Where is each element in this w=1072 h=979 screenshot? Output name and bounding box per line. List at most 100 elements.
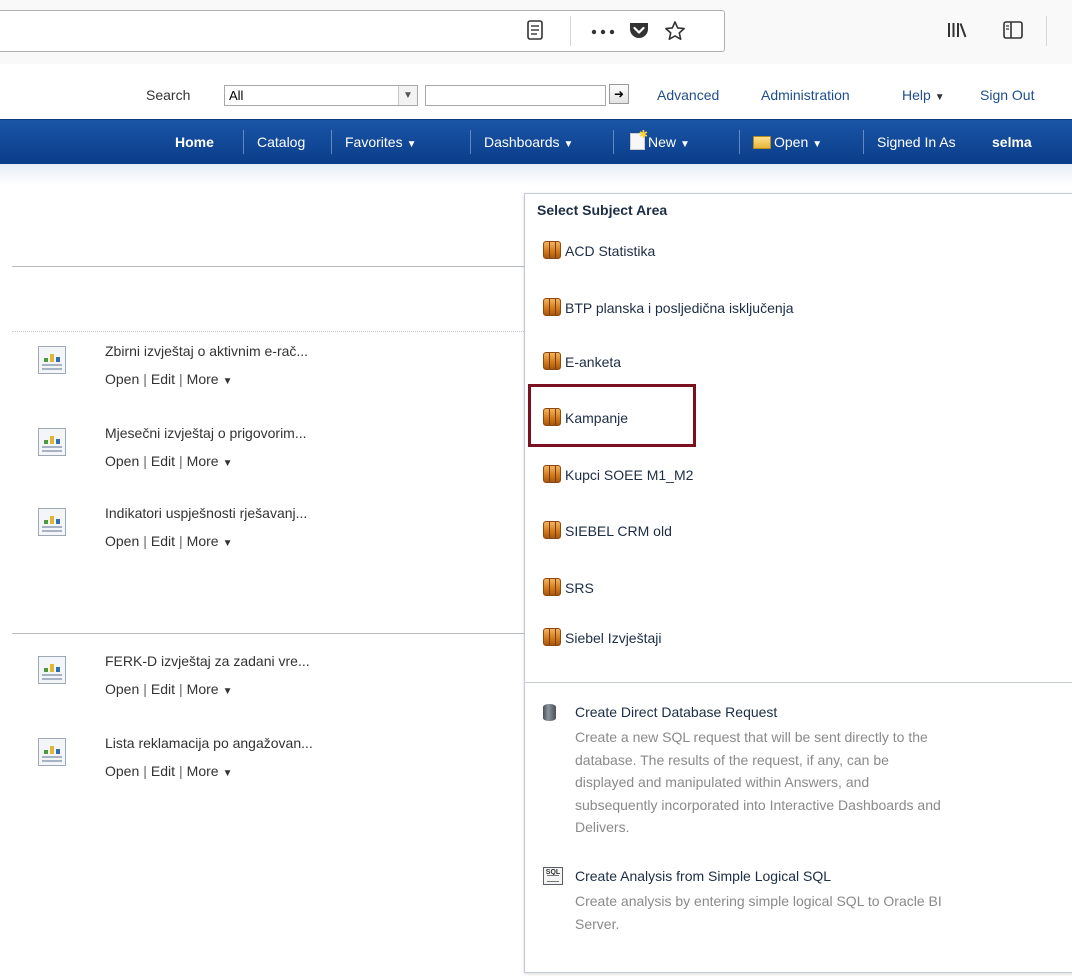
analysis-icon [38, 428, 66, 456]
more-menu[interactable]: More ▼ [187, 453, 233, 469]
reader-mode-icon[interactable] [526, 20, 544, 45]
nav-separator [470, 130, 471, 154]
document-title[interactable]: FERK-D izvještaj za zadani vre... [105, 653, 310, 669]
caret-down-icon: ▼ [222, 768, 233, 779]
more-label: More [186, 533, 219, 549]
open-link[interactable]: Open [105, 371, 139, 387]
page-actions-icon[interactable] [590, 20, 616, 45]
database-icon [543, 704, 556, 721]
url-bar[interactable] [0, 10, 725, 52]
user-menu[interactable]: selma [992, 133, 1032, 151]
more-menu[interactable]: More ▼ [187, 533, 233, 549]
edit-link[interactable]: Edit [151, 763, 175, 779]
nav-new-label: New [648, 134, 677, 150]
search-input[interactable] [425, 85, 606, 106]
more-menu[interactable]: More ▼ [187, 763, 233, 779]
subject-area-label: BTP planska i posljedična isključenja [565, 300, 794, 316]
more-menu[interactable]: More ▼ [187, 371, 233, 387]
description-line: Create a new SQL request that will be se… [575, 729, 928, 745]
subject-area-item[interactable]: Kupci SOEE M1_M2 [543, 465, 693, 485]
subject-area-label: SIEBEL CRM old [565, 523, 672, 539]
description-line: displayed and manipulated within Answers… [575, 774, 870, 790]
subject-area-item[interactable]: BTP planska i posljedična isključenja [543, 298, 794, 318]
browser-toolbar [0, 0, 1072, 65]
document-title[interactable]: Lista reklamacija po angažovan... [105, 735, 313, 751]
description-line: subsequently incorporated into Interacti… [575, 796, 941, 813]
nav-open[interactable]: Open ▼ [753, 133, 822, 154]
subject-area-label: Kupci SOEE M1_M2 [565, 467, 694, 483]
caret-down-icon: ▼ [222, 686, 233, 697]
section-divider-dotted [12, 331, 524, 332]
bookmark-star-icon[interactable] [664, 20, 686, 47]
subject-area-item[interactable]: SRS [543, 578, 594, 598]
nav-dashboards[interactable]: Dashboards ▼ [484, 133, 573, 154]
caret-down-icon: ▼ [406, 139, 417, 150]
signed-in-as-label: Signed In As [877, 134, 956, 150]
nav-open-label: Open [774, 134, 809, 150]
nav-separator [739, 130, 740, 154]
subject-area-item[interactable]: ACD Statistika [543, 241, 655, 261]
main-navbar: Home Catalog Favorites ▼ Dashboards ▼ ✱ New… [0, 119, 1072, 164]
new-document-icon: ✱ [630, 130, 648, 150]
help-label: Help [902, 87, 931, 103]
subject-area-label: Siebel Izvještaji [565, 630, 662, 646]
caret-down-icon: ▼ [222, 376, 233, 387]
sidebar-icon[interactable] [1002, 20, 1024, 45]
nav-catalog[interactable]: Catalog [257, 133, 305, 151]
document-title[interactable]: Indikatori uspješnosti rješavanj... [105, 505, 307, 521]
administration-link[interactable]: Administration [761, 86, 850, 104]
library-icon[interactable] [946, 20, 968, 45]
edit-link[interactable]: Edit [151, 681, 175, 697]
create-analysis-from-logical-sql-link[interactable]: Create Analysis from Simple Logical SQL [575, 868, 831, 884]
nav-home[interactable]: Home [175, 133, 214, 151]
subject-area-label: ACD Statistika [565, 243, 656, 259]
description-line: Server. [575, 915, 620, 932]
chevron-down-icon[interactable]: ▼ [398, 86, 417, 105]
subject-area-item[interactable]: SIEBEL CRM old [543, 521, 672, 541]
subject-area-cube-icon [543, 298, 561, 316]
caret-down-icon: ▼ [563, 139, 574, 150]
more-label: More [186, 453, 219, 469]
nav-new[interactable]: ✱ New ▼ [630, 130, 690, 154]
subject-area-item[interactable]: Siebel Izvještaji [543, 628, 662, 648]
edit-link[interactable]: Edit [151, 533, 175, 549]
description-line: Delivers. [575, 819, 630, 835]
subject-area-cube-icon [543, 352, 561, 370]
open-link[interactable]: Open [105, 533, 139, 549]
analysis-icon [38, 346, 66, 374]
nav-separator [331, 130, 332, 154]
document-title[interactable]: Zbirni izvještaj o aktivnim e-rač... [105, 343, 308, 359]
search-go-button[interactable]: ➜ [609, 84, 629, 104]
create-direct-database-request-link[interactable]: Create Direct Database Request [575, 704, 777, 720]
help-menu[interactable]: Help ▼ [902, 86, 945, 107]
description-line: database. The results of the request, if… [575, 751, 889, 768]
caret-down-icon: ▼ [934, 92, 945, 103]
open-link[interactable]: Open [105, 453, 139, 469]
nav-separator [613, 130, 614, 154]
more-menu[interactable]: More ▼ [187, 681, 233, 697]
subject-area-cube-icon [543, 465, 561, 483]
subject-area-item[interactable]: E-anketa [543, 352, 621, 372]
sign-out-link[interactable]: Sign Out [980, 86, 1034, 104]
nav-separator [243, 130, 244, 154]
navbar-shadow [0, 164, 1072, 186]
open-link[interactable]: Open [105, 681, 139, 697]
nav-favorites[interactable]: Favorites ▼ [345, 133, 416, 154]
document-actions: Open | Edit | More ▼ [105, 533, 233, 549]
advanced-link[interactable]: Advanced [657, 86, 719, 104]
document-actions: Open | Edit | More ▼ [105, 453, 233, 469]
toolbar-separator [1046, 16, 1047, 46]
document-title[interactable]: Mjesečni izvještaj o prigovorim... [105, 425, 307, 441]
search-scope-select[interactable]: All ▼ [224, 85, 418, 106]
pocket-icon[interactable] [628, 20, 650, 45]
analysis-icon [38, 508, 66, 536]
search-scope-value: All [229, 88, 244, 103]
search-label: Search [146, 87, 191, 103]
edit-link[interactable]: Edit [151, 453, 175, 469]
caret-down-icon: ▼ [222, 458, 233, 469]
subject-area-label: SRS [565, 580, 594, 596]
edit-link[interactable]: Edit [151, 371, 175, 387]
toolbar-separator [570, 16, 571, 46]
subject-area-cube-icon [543, 521, 561, 539]
open-link[interactable]: Open [105, 763, 139, 779]
